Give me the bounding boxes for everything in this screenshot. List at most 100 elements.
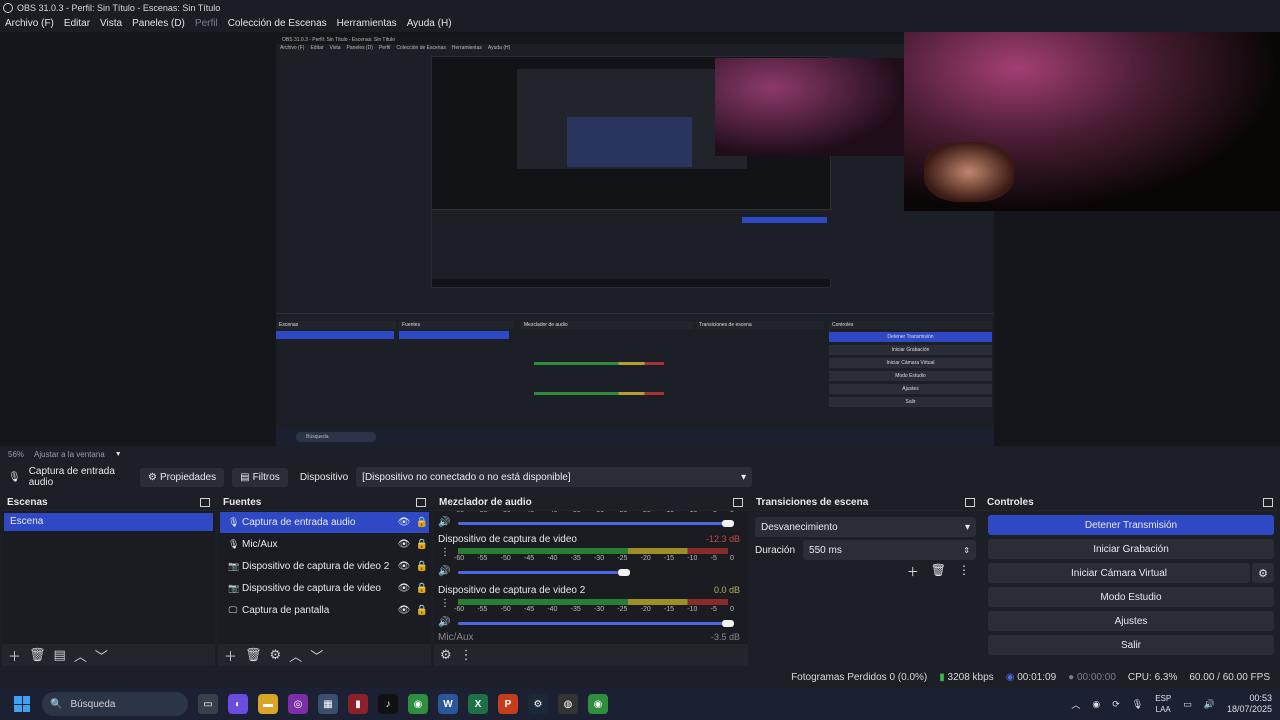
more-icon[interactable]: ⋮ <box>440 547 450 558</box>
windows-start-icon[interactable] <box>14 696 30 712</box>
source-item[interactable]: 🖵 Captura de pantalla 👁 🔒 <box>220 600 429 621</box>
signal-icon: ▮ <box>939 671 945 683</box>
undock-icon[interactable] <box>200 497 210 507</box>
eye-icon[interactable]: 👁 <box>397 583 411 594</box>
chrome-icon[interactable]: ◉ <box>588 694 608 714</box>
menu-file[interactable]: Archivo (F) <box>0 18 59 29</box>
chevron-up-icon[interactable]: ︿ <box>1071 698 1080 711</box>
settings-button[interactable]: Ajustes <box>988 611 1274 631</box>
menu-view[interactable]: Vista <box>95 18 127 29</box>
menu-scene-collection[interactable]: Colección de Escenas <box>223 18 332 29</box>
lock-icon[interactable]: 🔒 <box>415 583 429 594</box>
menu-edit[interactable]: Editar <box>59 18 95 29</box>
spinner-icon[interactable]: ⇕ <box>963 546 970 555</box>
taskbar-search[interactable]: 🔍 Búsqueda <box>42 692 188 716</box>
device-select[interactable]: [Dispositivo no conectado o no está disp… <box>356 467 753 487</box>
undock-icon[interactable] <box>965 497 975 507</box>
add-icon[interactable]: ＋ <box>907 563 919 580</box>
speaker-icon[interactable]: 🔊 <box>438 617 450 628</box>
undock-icon[interactable] <box>416 497 426 507</box>
lock-icon[interactable]: 🔒 <box>415 605 429 616</box>
more-icon[interactable]: ⋮ <box>460 647 473 663</box>
chevron-up-icon[interactable]: ︿ <box>289 646 302 665</box>
lock-icon[interactable]: 🔒 <box>415 539 429 550</box>
fit-to-window[interactable]: Ajustar a la ventana <box>34 450 105 459</box>
trash-icon[interactable]: 🗑 <box>245 647 262 663</box>
trash-icon[interactable]: 🗑 <box>931 563 946 580</box>
source-item[interactable]: 🎙 Mic/Aux 👁 🔒 <box>220 534 429 555</box>
exit-button[interactable]: Salir <box>988 635 1274 655</box>
word-icon[interactable]: W <box>438 694 458 714</box>
add-icon[interactable]: ＋ <box>8 646 21 665</box>
duration-spinbox[interactable]: 550 ms ⇕ <box>803 540 976 560</box>
speaker-icon[interactable]: 🔊 <box>438 566 450 577</box>
language-indicator[interactable]: ESP LAA <box>1155 693 1171 715</box>
scene-item[interactable]: Escena <box>4 513 213 531</box>
source-item[interactable]: 📷 Dispositivo de captura de video 2 👁 🔒 <box>220 556 429 577</box>
lock-icon[interactable]: 🔒 <box>415 561 429 572</box>
excel-icon[interactable]: X <box>468 694 488 714</box>
volume-slider[interactable] <box>458 622 728 625</box>
stop-streaming-button[interactable]: Detener Transmisión <box>988 515 1274 535</box>
title-bar: OBS 31.0.3 - Perfil: Sin Título - Escena… <box>0 0 1280 15</box>
eye-icon[interactable]: 👁 <box>397 561 411 572</box>
eye-icon[interactable]: 👁 <box>397 539 411 550</box>
more-icon[interactable]: ⋮ <box>440 598 450 609</box>
transition-select[interactable]: Desvanecimiento ▾ <box>755 517 976 537</box>
speaker-icon[interactable]: 🔊 <box>438 517 450 528</box>
app-icon[interactable]: ◎ <box>288 694 308 714</box>
start-recording-button[interactable]: Iniciar Grabación <box>988 539 1274 559</box>
clock[interactable]: 00:53 18/07/2025 <box>1227 693 1272 715</box>
network-tray-icon[interactable]: ⟳ <box>1112 699 1120 710</box>
tiktok-icon[interactable]: ♪ <box>378 694 398 714</box>
chevron-down-icon[interactable]: ﹀ <box>310 646 323 665</box>
preview-area[interactable]: OBS 31.0.3 - Perfil: Sin Título - Escena… <box>0 32 1280 446</box>
file-explorer-icon[interactable]: ▬ <box>258 694 278 714</box>
stream-icon: ◉ <box>1005 671 1015 683</box>
chevron-down-icon[interactable]: ▼ <box>115 451 122 458</box>
chevron-down-icon[interactable]: ﹀ <box>95 646 108 665</box>
filters-button[interactable]: ▤ Filtros <box>232 467 288 487</box>
more-icon[interactable]: ⋮ <box>958 563 970 580</box>
menu-help[interactable]: Ayuda (H) <box>402 18 457 29</box>
chrome-icon[interactable]: ◉ <box>408 694 428 714</box>
add-icon[interactable]: ＋ <box>224 646 237 665</box>
lock-icon[interactable]: 🔒 <box>415 517 429 528</box>
steam-icon[interactable]: ⚙ <box>528 694 548 714</box>
volume-icon[interactable]: 🔊 <box>1204 699 1215 710</box>
scenes-title: Escenas <box>7 496 48 508</box>
volume-knob[interactable] <box>722 520 734 527</box>
source-item[interactable]: 📷 Dispositivo de captura de video 👁 🔒 <box>220 578 429 599</box>
powerpoint-icon[interactable]: P <box>498 694 518 714</box>
undock-icon[interactable] <box>733 497 743 507</box>
dropped-frames: Fotogramas Perdidos 0 (0.0%) <box>791 671 928 683</box>
trash-icon[interactable]: 🗑 <box>29 647 46 663</box>
gear-icon[interactable]: ⚙ <box>1252 563 1274 583</box>
app-red-icon[interactable]: ▮ <box>348 694 368 714</box>
source-item[interactable]: 🎙 Captura de entrada audio 👁 🔒 <box>220 512 429 533</box>
store-icon[interactable]: ▦ <box>318 694 338 714</box>
undock-icon[interactable] <box>1263 497 1273 507</box>
eye-icon[interactable]: 👁 <box>397 517 411 528</box>
volume-slider[interactable] <box>458 571 618 574</box>
chevron-up-icon[interactable]: ︿ <box>74 646 87 665</box>
eye-icon[interactable]: 👁 <box>397 605 411 616</box>
properties-button[interactable]: ⚙ Propiedades <box>140 467 225 487</box>
studio-mode-button[interactable]: Modo Estudio <box>988 587 1274 607</box>
volume-slider[interactable] <box>458 522 728 525</box>
menu-tools[interactable]: Herramientas <box>332 18 402 29</box>
start-virtual-camera-button[interactable]: Iniciar Cámara Virtual <box>988 563 1250 583</box>
filter-icon[interactable]: ▤ <box>54 647 66 663</box>
camera-icon: 📷 <box>228 583 240 593</box>
copilot-icon[interactable]: ◐ <box>228 694 248 714</box>
gear-icon[interactable]: ⚙ <box>270 647 282 663</box>
volume-knob[interactable] <box>618 569 630 576</box>
mic-tray-icon[interactable]: 🎙 <box>1132 699 1143 710</box>
task-view-icon[interactable]: ▭ <box>198 694 218 714</box>
advanced-audio-icon[interactable]: ⚙ <box>440 647 452 663</box>
volume-knob[interactable] <box>722 620 734 627</box>
obs-icon[interactable]: ◍ <box>558 694 578 714</box>
display-icon[interactable]: ▭ <box>1183 699 1192 710</box>
menu-docks[interactable]: Paneles (D) <box>127 18 190 29</box>
chrome-tray-icon[interactable]: ◉ <box>1092 699 1100 710</box>
